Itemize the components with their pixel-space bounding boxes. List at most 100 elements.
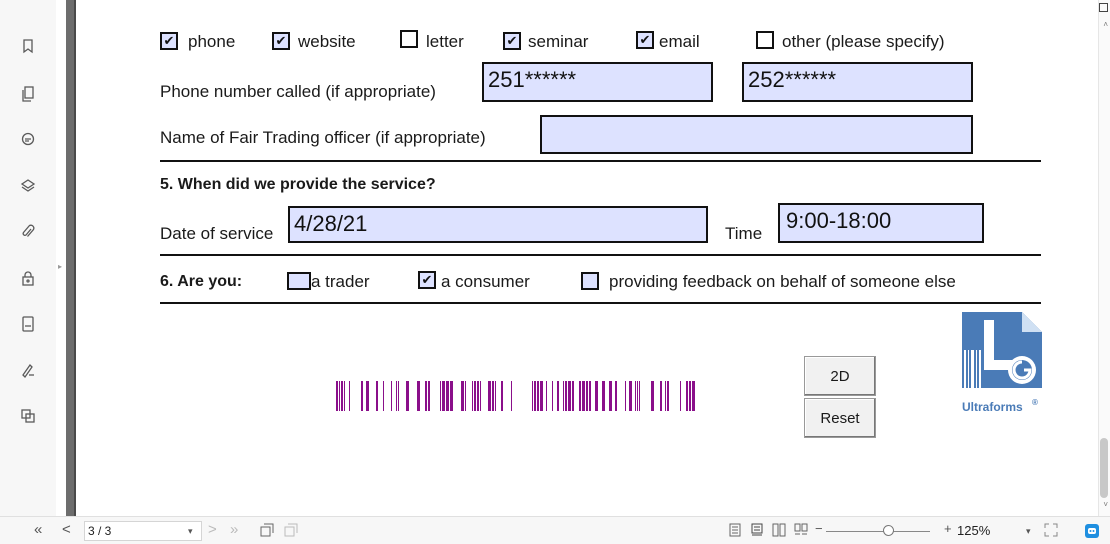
barcode-bar (635, 381, 636, 411)
pages-icon[interactable] (18, 84, 38, 104)
website-checkbox[interactable]: ✔ (272, 32, 290, 50)
date-of-service-field[interactable]: 4/28/21 (288, 206, 708, 243)
compare-icon[interactable] (18, 406, 38, 426)
barcode-bar (572, 381, 574, 411)
ultraforms-logo (960, 310, 1044, 390)
barcode-bar (540, 381, 543, 411)
other-checkbox[interactable] (756, 31, 774, 49)
trader-label: a trader (311, 272, 370, 291)
barcode-bar (568, 381, 571, 411)
barcode-bar (563, 381, 564, 411)
ultraforms-text: Ultraforms (962, 400, 1023, 414)
barcode-bar (366, 381, 369, 411)
scroll-down-icon[interactable]: ˅ (1103, 500, 1108, 509)
zoom-slider-knob[interactable] (883, 525, 894, 536)
barcode-bar (472, 381, 473, 411)
barcode-bar (602, 381, 605, 411)
attachment-icon[interactable] (18, 222, 38, 242)
time-field[interactable]: 9:00-18:00 (778, 203, 984, 243)
barcode-bar (398, 381, 399, 411)
other-label: other (please specify) (782, 32, 945, 51)
reset-button[interactable]: Reset (804, 398, 876, 438)
scroll-thumb[interactable] (1100, 438, 1108, 498)
zoom-dropdown-icon[interactable]: ▾ (1026, 526, 1031, 537)
barcode-bar (615, 381, 617, 411)
barcode-bar (557, 381, 559, 411)
page-dropdown-icon[interactable]: ▾ (188, 526, 193, 537)
barcode-bar (639, 381, 640, 411)
zoom-slider[interactable] (826, 531, 930, 532)
signature-icon[interactable] (18, 360, 38, 380)
security-lock-icon[interactable] (18, 268, 38, 288)
barcode-bar (629, 381, 632, 411)
behalf-checkbox[interactable] (581, 272, 599, 290)
barcode-bar (417, 381, 420, 411)
phone-checkbox[interactable]: ✔ (160, 32, 178, 50)
barcode-bar (660, 381, 662, 411)
phone-called-field-2[interactable]: 252****** (742, 62, 973, 102)
officer-name-field[interactable] (540, 115, 973, 154)
seminar-label: seminar (528, 32, 589, 51)
assistant-icon[interactable] (1084, 523, 1100, 542)
zoom-in-button[interactable]: + (944, 521, 952, 536)
barcode-bar (582, 381, 585, 411)
extract-page-icon[interactable] (284, 523, 298, 540)
barcode-bar (480, 381, 481, 411)
barcode-bar (565, 381, 567, 411)
barcode-bar (665, 381, 666, 411)
last-page-button[interactable]: » (230, 521, 238, 538)
single-page-view-icon[interactable] (728, 523, 742, 540)
bookmark-icon[interactable] (18, 36, 38, 56)
letter-label: letter (426, 32, 464, 51)
barcode-bar (667, 381, 669, 411)
barcode-bar (589, 381, 591, 411)
barcode-bar (391, 381, 392, 411)
page-number-input[interactable]: 3 / 3 (84, 521, 202, 541)
consumer-label: a consumer (441, 272, 530, 291)
time-label: Time (725, 224, 763, 243)
fullscreen-icon[interactable] (1044, 523, 1058, 540)
2d-button[interactable]: 2D (804, 356, 876, 396)
email-checkbox[interactable]: ✔ (636, 31, 654, 49)
barcode-bar (552, 381, 553, 411)
barcode-bar (383, 381, 384, 411)
barcode-bar (465, 381, 466, 411)
barcode-bar (501, 381, 503, 411)
date-of-service-label: Date of service (160, 224, 274, 243)
barcode-bar (446, 381, 449, 411)
seminar-checkbox[interactable]: ✔ (503, 32, 521, 50)
previous-page-button[interactable]: < (62, 521, 71, 538)
barcode-bar (406, 381, 409, 411)
barcode-bar (349, 381, 350, 411)
facing-view-icon[interactable] (772, 523, 786, 540)
barcode-bar (586, 381, 588, 411)
zoom-level[interactable]: 125% (957, 523, 990, 538)
continuous-facing-view-icon[interactable] (794, 523, 808, 540)
layers-icon[interactable] (18, 176, 38, 196)
zoom-out-button[interactable]: − (815, 521, 823, 536)
panel-expand-arrow-icon[interactable]: ▸ (58, 262, 64, 272)
barcode-bar (336, 381, 338, 411)
scroll-corner-icon (1099, 3, 1108, 12)
continuous-view-icon[interactable] (750, 523, 764, 540)
consumer-checkbox[interactable]: ✔ (418, 271, 436, 289)
document-edge (66, 0, 76, 516)
phone-label: phone (188, 32, 236, 51)
letter-checkbox[interactable] (400, 30, 418, 48)
barcode-bar (361, 381, 363, 411)
officer-label: Name of Fair Trading officer (if appropr… (160, 128, 486, 147)
scroll-up-icon[interactable]: ˄ (1103, 20, 1108, 29)
trader-checkbox[interactable] (287, 272, 311, 290)
insert-page-icon[interactable] (260, 523, 274, 540)
phone-called-field-1[interactable]: 251****** (482, 62, 713, 102)
barcode-bar (625, 381, 626, 411)
behalf-label: providing feedback on behalf of someone … (609, 272, 956, 291)
comment-icon[interactable] (18, 130, 38, 150)
barcode-bar (546, 381, 547, 411)
vertical-scrollbar[interactable]: ˄ ˅ (1098, 0, 1110, 516)
next-page-button[interactable]: > (208, 521, 217, 538)
email-label: email (659, 32, 700, 51)
form-fields-icon[interactable] (18, 314, 38, 334)
first-page-button[interactable]: « (34, 521, 42, 538)
pdf-viewer: ▸ ˄ ˅ ✔ phone ✔ website letter ✔ seminar… (0, 0, 1110, 544)
